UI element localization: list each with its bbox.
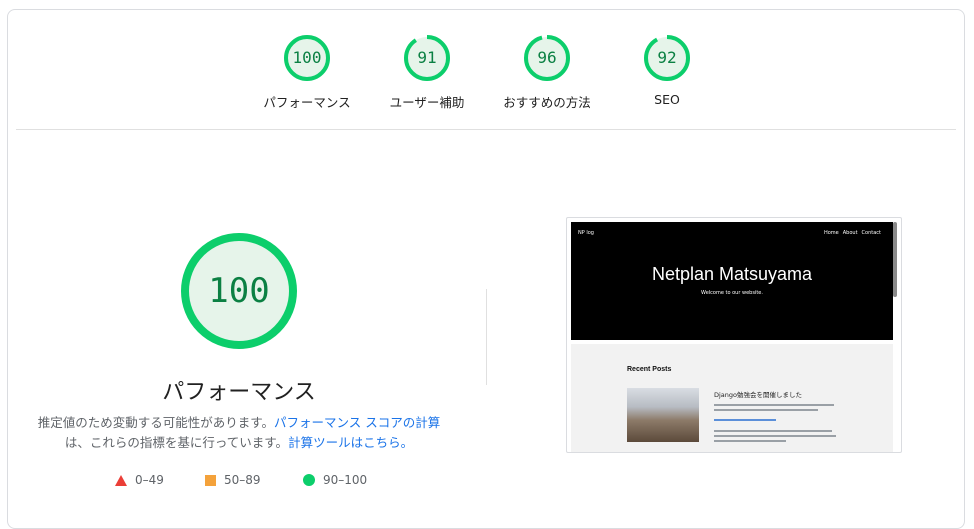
text-line <box>714 404 834 406</box>
screenshot-section-title: Recent Posts <box>627 366 672 373</box>
circle-icon <box>303 474 315 486</box>
summary-divider <box>16 129 956 130</box>
screenshot-hero-title: Netplan Matsuyama <box>651 264 813 284</box>
gauge-label: ユーザー補助 <box>389 95 465 110</box>
screenshot-nav-contact: Contact <box>861 230 881 236</box>
text-line <box>714 435 836 437</box>
legend-fail-label: 0–49 <box>135 473 164 487</box>
screenshot-hero: NP log Home About Contact Netplan Matsuyam… <box>571 222 893 340</box>
text-line <box>714 430 832 432</box>
gauge-label: SEO <box>654 92 680 107</box>
score-ring: 96 <box>523 34 571 82</box>
gauge-performance[interactable]: 100 パフォーマンス <box>242 34 372 134</box>
triangle-icon <box>115 474 127 486</box>
legend-average: 50–89 <box>205 473 261 487</box>
text-line <box>714 440 786 442</box>
performance-title: パフォーマンス <box>162 380 316 405</box>
description-text-2: は、これらの指標を基に行っています。 <box>64 435 289 450</box>
score-description: 推定値のため変動する可能性があります。パフォーマンス スコアの計算 は、これらの… <box>8 413 470 453</box>
section-divider <box>486 289 487 385</box>
score-calculation-link[interactable]: パフォーマンス スコアの計算 <box>274 415 440 430</box>
calculator-link[interactable]: 計算ツールはこちら。 <box>288 435 413 450</box>
score-legend: 0–49 50–89 90–100 <box>8 473 470 493</box>
performance-score-value: 100 <box>208 271 270 311</box>
page-screenshot[interactable]: NP log Home About Contact Netplan Matsuyam… <box>566 217 902 453</box>
screenshot-nav: Home About Contact <box>820 230 881 236</box>
score-ring: 92 <box>643 34 691 82</box>
score-ring: 100 <box>283 34 331 82</box>
screenshot-brand: NP log <box>578 230 594 236</box>
performance-score-gauge: 100 <box>179 231 299 351</box>
score-value: 92 <box>657 48 677 67</box>
screenshot-body: Recent Posts Django勉強会を開催しました <box>571 344 893 452</box>
legend-pass: 90–100 <box>303 473 367 487</box>
gauge-best-practices[interactable]: 96 おすすめの方法 <box>482 34 612 134</box>
legend-average-label: 50–89 <box>224 473 261 487</box>
gauge-label: パフォーマンス <box>263 95 351 110</box>
lighthouse-report-card: 100 パフォーマンス 91 ユーザー補助 96 おすすめの方法 92 SEO … <box>7 9 965 529</box>
score-value: 96 <box>537 48 557 67</box>
text-link-line <box>714 419 776 421</box>
screenshot-nav-about: About <box>842 230 858 236</box>
legend-pass-label: 90–100 <box>323 473 368 487</box>
gauge-label: おすすめの方法 <box>503 95 591 110</box>
gauge-seo[interactable]: 92 SEO <box>602 34 732 134</box>
score-ring: 91 <box>403 34 451 82</box>
description-text: 推定値のため変動する可能性があります。 <box>37 415 275 430</box>
screenshot-hero-subtitle: Welcome to our website. <box>701 290 763 296</box>
square-icon <box>205 474 216 486</box>
screenshot-post-title: Django勉強会を開催しました <box>714 391 803 399</box>
legend-fail: 0–49 <box>115 473 164 487</box>
screenshot-scrollbar <box>893 222 897 297</box>
text-line <box>714 409 818 411</box>
gauge-accessibility[interactable]: 91 ユーザー補助 <box>362 34 492 134</box>
score-value: 100 <box>292 48 322 67</box>
score-value: 91 <box>417 48 437 67</box>
post-thumbnail-image <box>627 388 699 442</box>
screenshot-nav-home: Home <box>823 230 839 236</box>
score-summary: 100 パフォーマンス 91 ユーザー補助 96 おすすめの方法 92 SEO <box>8 10 964 130</box>
